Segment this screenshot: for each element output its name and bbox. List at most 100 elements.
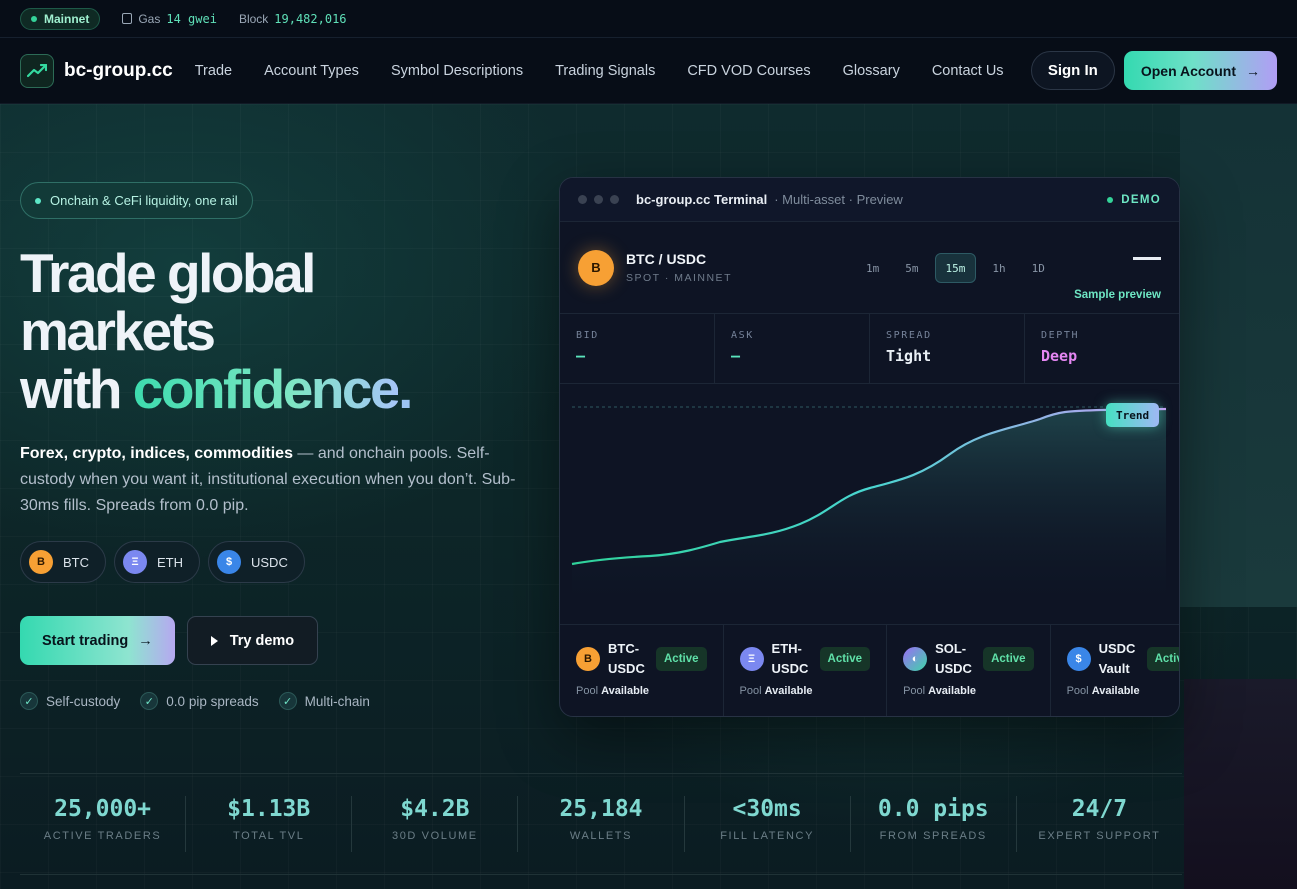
sign-in-button[interactable]: Sign In [1030, 51, 1115, 90]
pair-subtitle: SPOT · MAINNET [626, 272, 732, 284]
stat-value: 0.0 pips [877, 796, 989, 822]
pool-card-top: Ξ ETH-USDC Active [739, 639, 871, 679]
price-placeholder [1133, 257, 1161, 260]
pool-availability: Pool Available [903, 685, 1034, 697]
pool-card-sol-usdc[interactable]: ◐ SOL-USDC Active Pool Available [887, 625, 1051, 716]
stat-label: ACTIVE TRADERS [43, 830, 162, 842]
gas-value: 14 gwei [166, 11, 217, 26]
stat-label: TOTAL TVL [232, 830, 305, 842]
trend-tag: Trend [1106, 403, 1160, 427]
nav-link-contact-us[interactable]: Contact Us [932, 63, 1004, 79]
solana-icon: ◐ [903, 647, 928, 671]
demo-label: DEMO [1121, 193, 1161, 206]
quote-ask: ASK — [715, 314, 870, 383]
open-account-button[interactable]: Open Account → [1123, 51, 1277, 90]
usdc-icon: $ [1066, 647, 1091, 671]
quote-depth: DEPTH Deep [1025, 314, 1179, 383]
pool-availability-value: Available [601, 685, 649, 697]
timeframe-5m[interactable]: 5m [895, 253, 928, 283]
eyebrow-dot [35, 197, 41, 204]
pool-name: SOL-USDC [935, 641, 972, 676]
stat-value: 25,184 [559, 796, 643, 822]
network-name: Mainnet [44, 11, 90, 26]
pool-name: ETH-USDC [771, 641, 809, 676]
window-dot-icon [594, 195, 603, 204]
stat-label: EXPERT SUPPORT [1038, 830, 1161, 842]
nav-link-trade[interactable]: Trade [195, 63, 232, 79]
terminal-header: bc-group.cc Terminal · Multi-asset · Pre… [560, 178, 1179, 222]
quote-spread: SPREAD Tight [870, 314, 1025, 383]
timeframe-15m[interactable]: 15m [934, 253, 977, 283]
headline-with: with [20, 358, 133, 420]
sample-preview-label: Sample preview [1074, 289, 1161, 301]
block-value: 19,482,016 [274, 11, 347, 26]
feature-check: ✓ Self-custody [20, 692, 120, 710]
demo-dot [1107, 196, 1114, 203]
pool-availability-label: Pool [903, 685, 926, 697]
pool-status-badge: Active [1146, 647, 1179, 671]
asset-chip-eth[interactable]: Ξ ETH [114, 541, 200, 583]
decorative-panel [1180, 104, 1297, 607]
try-demo-label: Try demo [229, 632, 295, 649]
feature-check: ✓ Multi-chain [278, 692, 370, 710]
start-trading-button[interactable]: Start trading → [20, 616, 175, 665]
asset-chip-btc[interactable]: B BTC [20, 541, 106, 583]
quote-label: SPREAD [886, 330, 932, 341]
check-icon: ✓ [140, 692, 159, 710]
nav-link-cfd-vod-courses[interactable]: CFD VOD Courses [687, 63, 810, 79]
price-chart-svg [571, 406, 1167, 616]
price-area [572, 409, 1166, 616]
feature-check-label: 0.0 pip spreads [166, 693, 259, 709]
stat-label: WALLETS [569, 830, 633, 842]
nav-link-symbol-descriptions[interactable]: Symbol Descriptions [391, 63, 523, 79]
headline-accent: confidence [132, 358, 401, 420]
bitcoin-icon: B [29, 550, 53, 574]
timeframe-1d[interactable]: 1D [1022, 253, 1055, 283]
asset-chip-label: USDC [251, 554, 288, 570]
nav-link-trading-signals[interactable]: Trading Signals [555, 63, 655, 79]
start-trading-label: Start trading [42, 632, 129, 649]
asset-chip-usdc[interactable]: $ USDC [208, 541, 305, 583]
quote-label: ASK [731, 330, 754, 341]
open-account-label: Open Account [1140, 62, 1236, 79]
pool-availability: Pool Available [740, 685, 871, 697]
network-badge[interactable]: Mainnet [20, 7, 101, 30]
feature-check-label: Self-custody [46, 693, 121, 709]
pool-name: BTC-USDC [608, 641, 645, 676]
nav-link-account-types[interactable]: Account Types [264, 63, 359, 79]
timeframe-1m[interactable]: 1m [856, 253, 889, 283]
pool-card-usdc-vault[interactable]: $ USDC Vault Active Pool Available [1051, 625, 1179, 716]
eyebrow-badge: Onchain & CeFi liquidity, one rail [20, 182, 253, 219]
price-chart: Trend [560, 384, 1179, 624]
stat-spreads: 0.0 pips FROM SPREADS [851, 796, 1017, 852]
ethereum-icon: Ξ [123, 550, 147, 574]
pool-card-top: $ USDC Vault Active [1066, 639, 1179, 679]
stat-fill-latency: <30ms FILL LATENCY [685, 796, 851, 852]
pool-card-eth-usdc[interactable]: Ξ ETH-USDC Active Pool Available [724, 625, 888, 716]
site-logo[interactable]: bc-group.cc [20, 53, 173, 88]
decorative-panel [1184, 679, 1297, 889]
ethereum-icon: Ξ [739, 647, 764, 671]
quote-value: Tight [886, 347, 932, 365]
trend-label: Trend [1116, 408, 1150, 422]
main-navbar: bc-group.cc Trade Account Types Symbol D… [0, 38, 1297, 104]
quote-value: Deep [1041, 347, 1078, 365]
pool-card-top: B BTC-USDC Active [576, 639, 707, 679]
bitcoin-icon: B [578, 249, 614, 286]
stat-total-tvl: $1.13B TOTAL TVL [186, 796, 353, 852]
trend-up-icon [20, 53, 54, 88]
quote-value: — [576, 347, 586, 365]
arrow-right-icon: → [138, 632, 153, 649]
try-demo-button[interactable]: Try demo [186, 616, 319, 665]
pool-card-btc-usdc[interactable]: B BTC-USDC Active Pool Available [560, 625, 724, 716]
stat-label: FILL LATENCY [720, 830, 815, 842]
timeframe-1h[interactable]: 1h [982, 253, 1015, 283]
usdc-icon: $ [217, 550, 241, 574]
gas-pump-icon [122, 13, 133, 24]
nav-link-glossary[interactable]: Glossary [843, 63, 900, 79]
stat-value: $1.13B [227, 796, 311, 822]
arrow-right-icon: → [1246, 62, 1260, 79]
timeframe-selector: 1m 5m 15m 1h 1D [856, 253, 1055, 283]
check-icon: ✓ [20, 692, 38, 710]
pool-availability: Pool Available [576, 685, 707, 697]
